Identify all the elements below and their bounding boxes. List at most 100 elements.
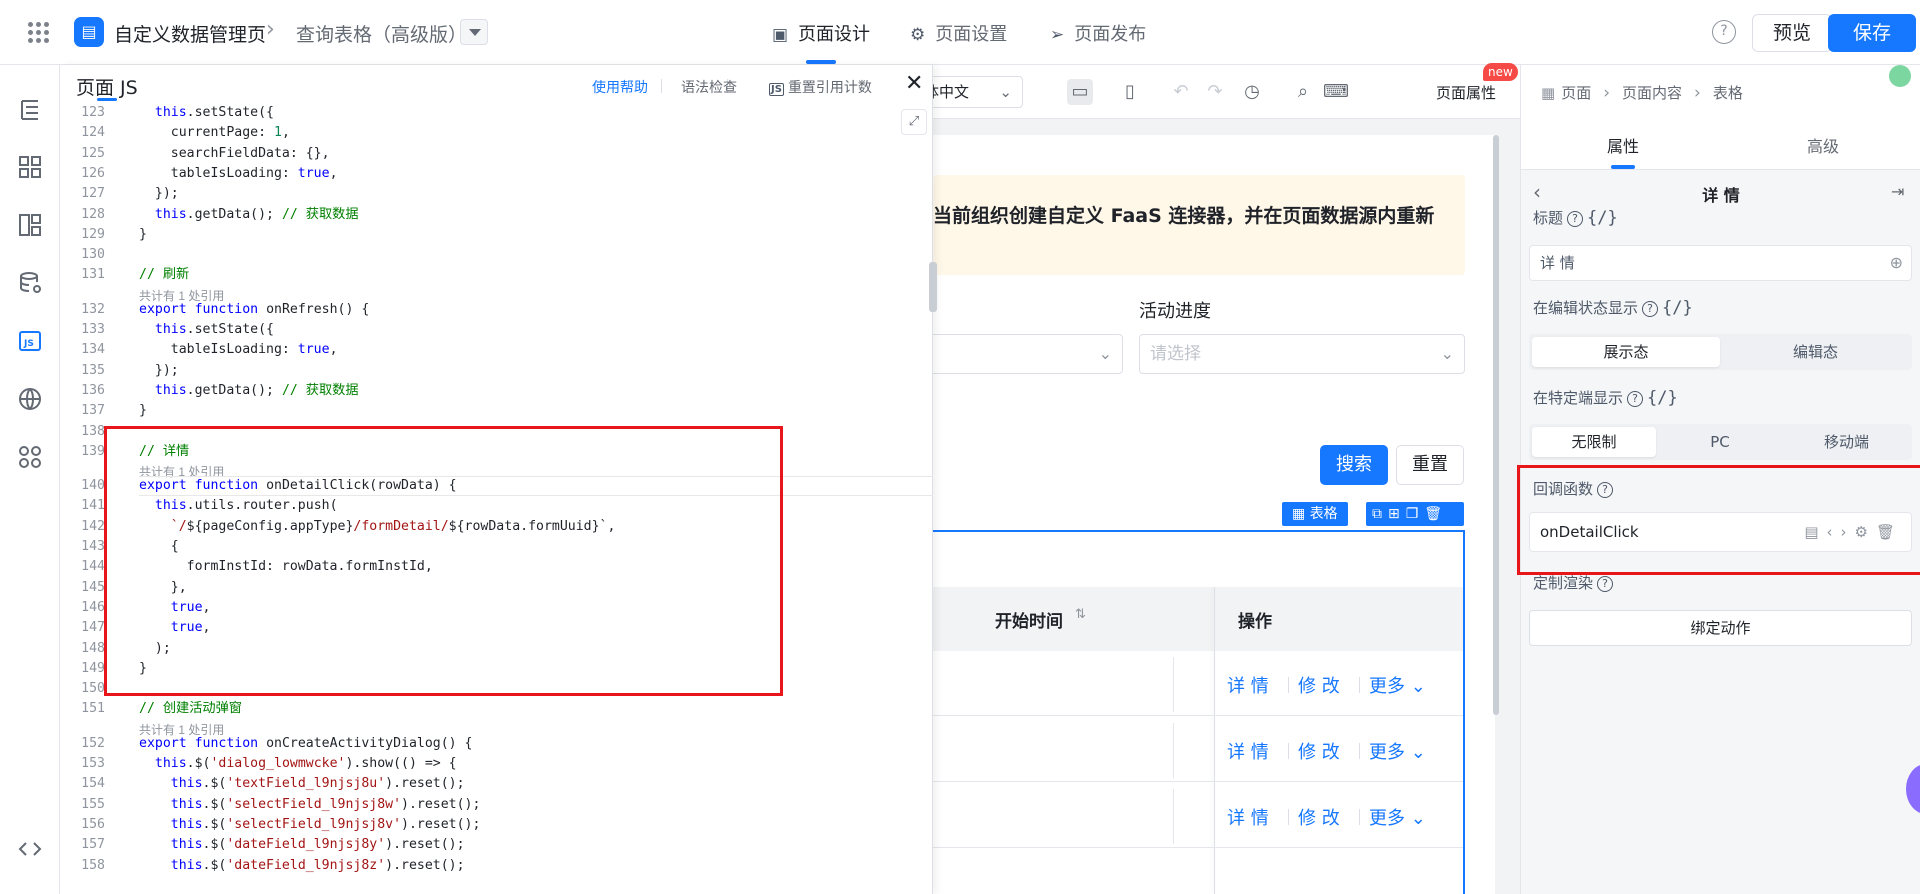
tab-page-settings[interactable]: ⚙ 页面设置 xyxy=(910,20,1007,46)
detail-link[interactable]: 详 情 xyxy=(1227,738,1269,764)
mode-display[interactable]: 展示态 xyxy=(1532,337,1720,367)
panel-resize-handle[interactable] xyxy=(929,262,937,312)
col-header-actions: 操作 xyxy=(1238,612,1272,632)
action-divider xyxy=(1288,743,1289,759)
cell-divider xyxy=(1173,657,1174,712)
code-text: tableIsLoading: true, xyxy=(139,165,338,181)
reset-button[interactable]: 重置 xyxy=(1396,445,1464,485)
chevron-down-icon: ⌄ xyxy=(999,83,1012,101)
device-unlimited[interactable]: 无限制 xyxy=(1532,427,1656,457)
help-icon[interactable]: ? xyxy=(1712,20,1736,44)
breadcrumb-item[interactable]: 表格 xyxy=(1713,84,1743,102)
data-source-icon[interactable] xyxy=(16,269,44,297)
code-text: this.$('selectField_l9njsj8v').reset(); xyxy=(170,816,481,832)
keyboard-icon[interactable]: ⌨ xyxy=(1323,79,1349,105)
history-icon[interactable]: ◷ xyxy=(1239,79,1265,105)
code-panel-title[interactable]: 页面 JS xyxy=(76,73,138,100)
plugins-icon[interactable] xyxy=(16,443,44,471)
title-input[interactable]: 详 情 ⊕ xyxy=(1529,245,1912,281)
chevron-down-icon: ⌄ xyxy=(1410,742,1426,763)
redo-icon[interactable]: ↷ xyxy=(1202,79,1228,105)
variable-bind-icon[interactable]: {/} xyxy=(1647,388,1678,408)
page-name[interactable]: 查询表格（高级版） xyxy=(296,20,467,47)
tab-properties[interactable]: 属性 xyxy=(1607,133,1639,157)
breadcrumb-item[interactable]: 页面内容 xyxy=(1622,84,1682,102)
more-link[interactable]: 更多 ⌄ xyxy=(1369,672,1426,698)
edit-mode-toggle: 展示态 编辑态 xyxy=(1529,334,1912,370)
select-placeholder: 请选择 xyxy=(1150,344,1201,364)
line-number: 127 xyxy=(81,186,105,202)
progress-select[interactable]: 请选择 ⌄ xyxy=(1139,334,1465,374)
breadcrumb-item[interactable]: 页面 xyxy=(1561,84,1591,102)
table-component-tag[interactable]: ▦ 表格 xyxy=(1282,502,1348,526)
edit-show-label-text: 在编辑状态显示 xyxy=(1533,299,1639,317)
mode-edit[interactable]: 编辑态 xyxy=(1722,337,1909,367)
undo-icon[interactable]: ↶ xyxy=(1168,79,1194,105)
more-label: 更多 xyxy=(1369,676,1405,697)
page-properties-button[interactable]: 页面属性 xyxy=(1436,82,1496,103)
mobile-view-icon[interactable]: ▯ xyxy=(1117,79,1143,105)
copy-icon[interactable]: ❐ xyxy=(1406,506,1425,522)
edit-icon[interactable]: ⧉ xyxy=(1372,506,1388,522)
code-icon[interactable] xyxy=(16,835,44,863)
save-button[interactable]: 保存 xyxy=(1828,14,1916,52)
components-icon[interactable] xyxy=(16,153,44,181)
canvas-scrollbar[interactable] xyxy=(1493,135,1499,715)
more-label: 更多 xyxy=(1369,808,1405,829)
detail-link[interactable]: 详 情 xyxy=(1227,672,1269,698)
tab-advanced[interactable]: 高级 xyxy=(1807,133,1839,157)
tab-page-publish[interactable]: ➢ 页面发布 xyxy=(1050,20,1146,46)
layout-template-icon[interactable] xyxy=(16,211,44,239)
device-mobile[interactable]: 移动端 xyxy=(1784,427,1909,457)
code-text: // 创建活动弹窗 xyxy=(139,701,242,717)
edit-link[interactable]: 修 改 xyxy=(1298,672,1340,698)
app-logo-icon: ▤ xyxy=(74,17,104,47)
line-number: 137 xyxy=(81,403,105,419)
variable-bind-icon[interactable]: {/} xyxy=(1662,298,1693,318)
more-label: 更多 xyxy=(1369,742,1405,763)
lint-link[interactable]: 语法检查 xyxy=(681,77,737,97)
more-link[interactable]: 更多 ⌄ xyxy=(1369,804,1426,830)
more-link[interactable]: 更多 ⌄ xyxy=(1369,738,1426,764)
tab-page-design[interactable]: ▣ 页面设计 xyxy=(772,20,870,46)
globe-icon[interactable]: ⊕ xyxy=(1890,246,1903,280)
add-icon[interactable]: ⊞ xyxy=(1388,506,1406,522)
exit-icon[interactable]: ⇥ xyxy=(1891,182,1904,201)
col-header-start-time[interactable]: 开始时间 xyxy=(995,607,1063,632)
help-icon[interactable]: ? xyxy=(1642,301,1659,317)
sort-icon[interactable]: ⇅ xyxy=(1075,607,1086,622)
search-button[interactable]: 搜索 xyxy=(1320,445,1388,485)
line-number: 129 xyxy=(81,226,105,242)
page-dropdown-button[interactable] xyxy=(460,19,488,45)
tab-label: 页面设置 xyxy=(935,24,1008,45)
outline-tree-icon[interactable] xyxy=(16,95,44,123)
design-canvas: 体中文 ⌄ ▭ ▯ ↶ ↷ ◷ ⌕ ⌨ 页面属性 new 当前组织创建自定义 F… xyxy=(923,63,1520,894)
edit-show-label: 在编辑状态显示? {/} xyxy=(1533,297,1693,318)
device-pc[interactable]: PC xyxy=(1658,427,1782,457)
help-link[interactable]: 使用帮助 xyxy=(592,77,648,97)
search-icon[interactable]: ⌕ xyxy=(1290,79,1316,105)
delete-icon[interactable]: 🗑 xyxy=(1424,506,1448,522)
help-icon[interactable]: ? xyxy=(1597,576,1614,592)
reset-refs-link[interactable]: JS 重置引用计数 xyxy=(769,77,872,97)
language-select[interactable]: 体中文 ⌄ xyxy=(923,76,1023,108)
table-tag-label: 表格 xyxy=(1309,506,1338,522)
new-badge: new xyxy=(1483,63,1518,81)
globe-icon[interactable] xyxy=(16,385,44,413)
edit-link[interactable]: 修 改 xyxy=(1298,738,1340,764)
edit-link[interactable]: 修 改 xyxy=(1298,804,1340,830)
app-grid-icon[interactable] xyxy=(28,22,50,44)
line-number: 133 xyxy=(81,322,105,337)
chevron-down-icon: ⌄ xyxy=(1410,676,1426,697)
help-icon[interactable]: ? xyxy=(1627,391,1644,407)
desktop-view-icon[interactable]: ▭ xyxy=(1067,79,1093,105)
close-icon[interactable]: ✕ xyxy=(905,71,923,96)
js-icon[interactable]: JS xyxy=(16,327,44,355)
help-icon[interactable]: ? xyxy=(1567,211,1584,227)
preview-button[interactable]: 预览 xyxy=(1752,14,1832,52)
filter-select[interactable]: ⌄ xyxy=(923,334,1123,374)
app-name[interactable]: 自定义数据管理页 xyxy=(114,20,266,47)
variable-bind-icon[interactable]: {/} xyxy=(1587,208,1618,228)
detail-link[interactable]: 详 情 xyxy=(1227,804,1269,830)
bind-action-button[interactable]: 绑定动作 xyxy=(1529,610,1912,646)
